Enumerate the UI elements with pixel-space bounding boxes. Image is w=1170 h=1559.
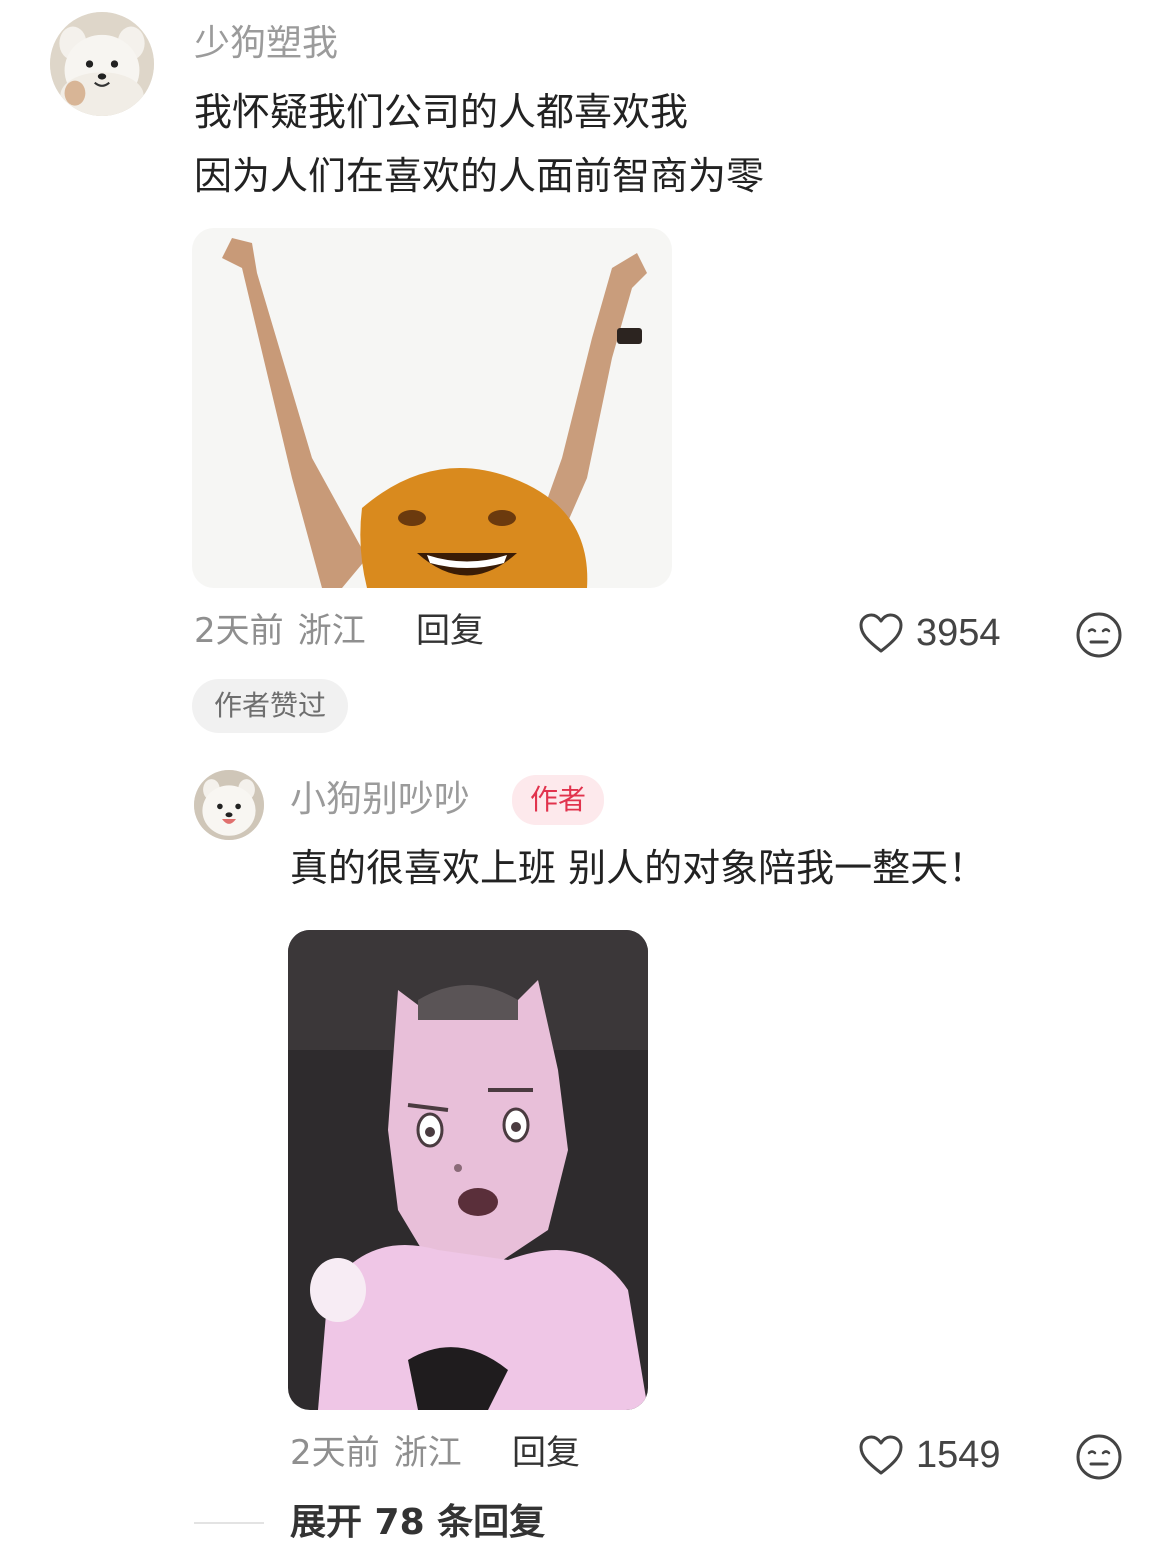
comment-line: 我怀疑我们公司的人都喜欢我 bbox=[194, 90, 689, 134]
comment-line: 因为人们在喜欢的人面前智商为零 bbox=[194, 154, 765, 198]
meh-face-icon bbox=[1076, 612, 1122, 658]
pink-cat-sticker-icon bbox=[288, 930, 648, 1410]
reply-like-count: 1549 bbox=[916, 1434, 1001, 1476]
comment-sticker[interactable] bbox=[192, 228, 672, 588]
commenter-avatar[interactable] bbox=[50, 12, 154, 116]
comment-location: 浙江 bbox=[297, 611, 366, 651]
reply-reply-button[interactable]: 回复 bbox=[512, 1436, 580, 1470]
reply-location: 浙江 bbox=[393, 1433, 462, 1473]
reply-like-button[interactable]: 1549 bbox=[858, 1434, 1001, 1476]
comment-body: 我怀疑我们公司的人都喜欢我 因为人们在喜欢的人面前智商为零 bbox=[194, 80, 764, 208]
expand-replies-button[interactable]: 展开 78 条回复 bbox=[290, 1505, 545, 1541]
reply-avatar[interactable] bbox=[194, 770, 264, 840]
comment-time: 2天前 bbox=[194, 611, 284, 651]
comment-meta: 2天前 浙江 bbox=[194, 614, 366, 648]
reply-username[interactable]: 小狗别吵吵 bbox=[290, 782, 470, 818]
samoyed-avatar-icon bbox=[50, 12, 154, 116]
commenter-username[interactable]: 少狗塑我 bbox=[194, 26, 338, 62]
reply-body: 真的很喜欢上班 别人的对象陪我一整天！ bbox=[290, 846, 987, 890]
author-liked-badge: 作者赞过 bbox=[192, 679, 349, 733]
heart-icon bbox=[859, 1435, 903, 1475]
author-badge: 作者 bbox=[512, 775, 605, 825]
reply-time: 2天前 bbox=[290, 1433, 380, 1473]
expand-divider bbox=[194, 1522, 264, 1524]
samoyed-avatar-icon bbox=[194, 770, 264, 840]
reply-dislike-button[interactable] bbox=[1075, 1433, 1123, 1481]
meh-face-icon bbox=[1076, 1434, 1122, 1480]
heart-icon bbox=[859, 613, 903, 653]
comment-thread: 少狗塑我 我怀疑我们公司的人都喜欢我 因为人们在喜欢的人面前智商为零 2天前 浙江… bbox=[0, 0, 1170, 1559]
reply-button[interactable]: 回复 bbox=[416, 614, 484, 648]
reply-meta: 2天前 浙江 bbox=[290, 1436, 462, 1470]
like-button[interactable]: 3954 bbox=[858, 612, 1001, 654]
like-count: 3954 bbox=[916, 612, 1001, 654]
reply-sticker[interactable] bbox=[288, 930, 648, 1410]
dislike-button[interactable] bbox=[1075, 611, 1123, 659]
orange-cheering-sticker-icon bbox=[192, 228, 672, 588]
